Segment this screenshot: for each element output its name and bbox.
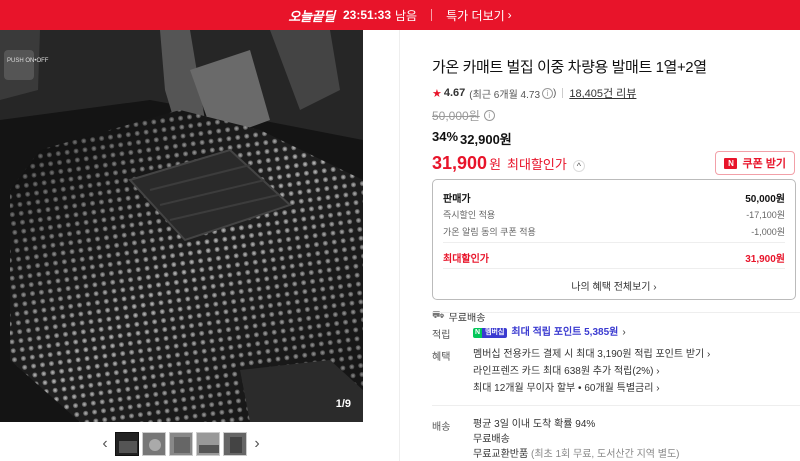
product-info: 가온 카매트 벌집 이중 차량용 발매트 1열+2열 ★ 4.67 (최근 6개… xyxy=(432,56,796,324)
benefit-item[interactable]: 라인프렌즈 카드 최대 638원 추가 적립(2%) › xyxy=(473,365,710,378)
discount-rate: 34% xyxy=(432,129,459,144)
deal-banner: 오늘끝딜 23:51:33 남음 특가 더보기 › xyxy=(0,0,800,30)
benefit-item[interactable]: 멤버십 전용카드 결제 시 최대 3,190원 적립 포인트 받기 › xyxy=(473,348,710,361)
original-price-row: 50,000원 i xyxy=(432,107,796,124)
delivery-label: 배송 xyxy=(432,422,451,433)
price-row-value: -17,100원 xyxy=(746,210,785,220)
all-benefits-label: 나의 혜택 전체보기 xyxy=(571,282,651,293)
price-row-value: 50,000원 xyxy=(745,194,785,205)
more-deals-link[interactable]: 특가 더보기 › xyxy=(446,7,512,24)
price-row-label: 최대할인가 xyxy=(443,254,489,265)
max-price-label: 최대할인가 xyxy=(507,156,567,172)
price-box-divider xyxy=(443,268,785,269)
rating-row: ★ 4.67 (최근 6개월 4.73 i ) 18,405건 리뷰 xyxy=(432,85,796,101)
price-row-label: 즉시할인 적용 xyxy=(443,210,496,220)
chevron-left-icon: ‹ xyxy=(102,435,108,452)
discount-price: 32,900원 xyxy=(460,132,512,147)
price-row-label: 가온 알림 동의 쿠폰 적용 xyxy=(443,227,536,237)
rating-recent: (최근 6개월 4.73 xyxy=(469,89,541,101)
thumbnail-1[interactable] xyxy=(115,432,139,456)
rating-divider xyxy=(562,88,564,98)
product-title: 가온 카매트 벌집 이중 차량용 발매트 1열+2열 xyxy=(432,59,707,76)
more-deals-label: 특가 더보기 xyxy=(446,8,505,23)
price-box-divider xyxy=(443,242,785,243)
thumbnail-prev-button[interactable]: ‹ xyxy=(98,432,112,456)
rating-recent-close: ) xyxy=(553,87,557,99)
delivery-section: 배송 평균 3일 이내 도착 확률 94% 무료배송 무료교환반품 (최초 1회… xyxy=(432,418,796,461)
all-benefits-link[interactable]: 나의 혜택 전체보기 › xyxy=(433,278,795,293)
benefits-label: 혜택 xyxy=(432,352,451,363)
price-row-sale: 판매가 50,000원 xyxy=(443,190,785,205)
price-row-coupon: 가온 알림 동의 쿠폰 적용 -1,000원 xyxy=(443,225,785,238)
points-link[interactable]: N 멤버십 최대 적립 포인트 5,385원 › xyxy=(473,326,626,339)
section-divider xyxy=(432,405,800,406)
max-price-unit: 원 xyxy=(489,156,502,172)
original-price: 50,000원 xyxy=(432,109,480,123)
delivery-item: 무료교환반품 (최초 1회 무료, 도서산간 지역 별도) xyxy=(473,449,680,460)
chevron-right-icon: › xyxy=(254,435,260,452)
points-text: 최대 적립 포인트 5,385원 xyxy=(511,327,619,338)
info-icon[interactable]: i xyxy=(483,110,495,121)
delivery-note: (최초 1회 무료, 도서산간 지역 별도) xyxy=(530,449,680,460)
price-row-label: 판매가 xyxy=(443,194,471,205)
deal-brand-logo: 오늘끝딜 xyxy=(288,8,335,24)
thumbnail-3[interactable] xyxy=(169,432,193,456)
thumbnail-2[interactable] xyxy=(142,432,166,456)
image-counter: 1/9 xyxy=(335,398,351,410)
deal-timer-suffix: 남음 xyxy=(395,8,418,23)
info-icon[interactable]: i xyxy=(542,87,554,99)
chevron-up-icon[interactable]: ^ xyxy=(572,159,585,172)
thumbnail-next-button[interactable]: › xyxy=(250,432,264,456)
benefit-item[interactable]: 최대 12개월 무이자 할부 • 60개월 특별금리 › xyxy=(473,382,710,395)
chevron-right-icon: › xyxy=(507,8,512,22)
price-row-max: 최대할인가 31,900원 xyxy=(443,250,785,265)
points-label: 적립 xyxy=(432,330,451,341)
thumbnail-4[interactable] xyxy=(196,432,220,456)
delivery-item: 평균 3일 이내 도착 확률 94% xyxy=(473,419,596,430)
max-price: 31,900 xyxy=(432,152,488,173)
chevron-right-icon: › xyxy=(653,282,657,293)
rating-value: 4.67 xyxy=(443,87,466,99)
review-count-link[interactable]: 18,405건 리뷰 xyxy=(569,85,636,101)
benefits-section: 혜택 멤버십 전용카드 결제 시 최대 3,190원 적립 포인트 받기 › 라… xyxy=(432,348,796,395)
push-button-label: PUSH ON•OFF xyxy=(7,58,49,64)
star-icon: ★ xyxy=(432,87,442,100)
max-price-row: 31,900 원 최대할인가 ^ N 쿠폰 받기 xyxy=(432,150,796,176)
naverpay-badge-icon: N 멤버십 xyxy=(473,327,508,338)
deal-timer: 23:51:33 xyxy=(342,8,392,22)
price-row-instant-discount: 즉시할인 적용 -17,100원 xyxy=(443,208,785,221)
price-breakdown-box: 판매가 50,000원 즉시할인 적용 -17,100원 가온 알림 동의 쿠폰… xyxy=(432,179,796,300)
product-main-image[interactable]: PUSH ON•OFF 1/9 xyxy=(0,30,363,422)
discount-price-row: 34% 32,900원 xyxy=(432,129,796,148)
banner-divider xyxy=(431,9,433,21)
delivery-item: 무료배송 xyxy=(473,434,510,445)
thumbnail-5[interactable] xyxy=(223,432,247,456)
price-row-value: 31,900원 xyxy=(745,254,785,265)
coupon-label: 쿠폰 받기 xyxy=(742,158,786,170)
chevron-right-icon: › xyxy=(622,327,626,338)
coupon-button[interactable]: N 쿠폰 받기 xyxy=(715,151,795,175)
section-divider xyxy=(432,312,800,313)
coupon-icon: N xyxy=(724,157,738,169)
price-row-value: -1,000원 xyxy=(751,227,785,237)
thumbnail-strip: ‹ › xyxy=(98,432,264,456)
points-section: 적립 N 멤버십 최대 적립 포인트 5,385원 › xyxy=(432,326,796,341)
